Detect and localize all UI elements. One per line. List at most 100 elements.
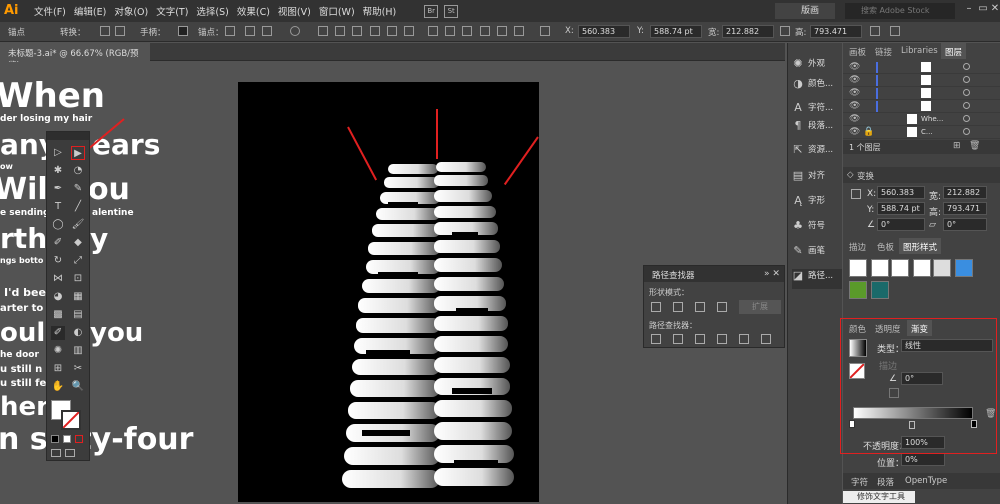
dock-symbols[interactable]: ♣ 符号 <box>792 219 842 239</box>
slice-tool-icon[interactable]: ✂ <box>71 362 85 376</box>
divide-icon[interactable] <box>651 334 661 344</box>
outline-icon[interactable] <box>739 334 749 344</box>
visibility-eye-icon[interactable]: 👁 <box>849 114 860 124</box>
scale-tool-icon[interactable]: ⤢ <box>71 254 85 268</box>
pathfinder-title[interactable]: 路径查找器 <box>644 266 784 282</box>
handle-icon[interactable] <box>178 26 188 36</box>
layer-row[interactable]: 👁 <box>843 61 1000 74</box>
distribute-top-icon[interactable] <box>428 26 438 36</box>
selection-tool-icon[interactable]: ▷ <box>51 146 65 160</box>
close-icon[interactable]: ✕ <box>988 3 1000 17</box>
menu-select[interactable]: 选择(S) <box>196 4 228 18</box>
paintbrush-tool-icon[interactable]: 🖌 <box>71 218 85 232</box>
hand-tool-icon[interactable]: ✋ <box>51 380 65 394</box>
menu-object[interactable]: 对象(O) <box>114 4 148 18</box>
blend-tool-icon[interactable]: ◐ <box>71 326 85 340</box>
layer-row[interactable]: 👁 🔒 C... <box>843 126 1000 139</box>
perspective-grid-tool-icon[interactable]: ▦ <box>71 290 85 304</box>
exclude-icon[interactable] <box>717 302 727 312</box>
zoom-tool-icon[interactable]: 🔍 <box>71 380 85 394</box>
document-tab[interactable]: 未标题-3.ai* @ 66.67% (RGB/预览) ✕ <box>0 43 150 71</box>
style-swatch[interactable] <box>955 259 973 277</box>
artwork-text[interactable]: he door <box>0 350 39 360</box>
convert-smooth-icon[interactable] <box>115 26 125 36</box>
magic-wand-tool-icon[interactable]: ✱ <box>51 164 65 178</box>
reference-point-icon[interactable] <box>540 26 550 36</box>
transform-w-field[interactable]: 212.882 <box>943 186 987 199</box>
screen-mode-icon[interactable] <box>65 449 75 457</box>
mesh-tool-icon[interactable]: ▩ <box>51 308 65 322</box>
transform-header[interactable]: ◇ 变换 <box>843 167 1000 183</box>
stock-search-input[interactable]: 搜索 Adobe Stock <box>845 3 955 19</box>
width-field[interactable]: 212.882 <box>722 25 774 38</box>
line-tool-icon[interactable]: ╱ <box>71 200 85 214</box>
cut-path-icon[interactable] <box>262 26 272 36</box>
delete-layer-icon[interactable]: 🗑 <box>969 141 980 151</box>
transform-x-field[interactable]: 560.383 <box>877 186 925 199</box>
warped-text-artwork[interactable] <box>238 82 539 502</box>
direct-selection-tool-icon[interactable]: ▶ <box>71 146 85 160</box>
minus-front-icon[interactable] <box>673 302 683 312</box>
color-mode-icon[interactable] <box>51 435 59 443</box>
lock-icon[interactable]: 🔒 <box>863 127 874 137</box>
tab-stroke[interactable]: 描边 <box>849 241 866 253</box>
layer-row[interactable]: 👁 Whe... <box>843 113 1000 126</box>
symbol-sprayer-tool-icon[interactable]: ✺ <box>51 344 65 358</box>
type-tool-icon[interactable]: T <box>51 200 65 214</box>
tab-links[interactable]: 链接 <box>871 43 896 59</box>
distribute-center-icon[interactable] <box>497 26 507 36</box>
eyedropper-tool-icon[interactable]: ✐ <box>51 326 65 340</box>
tab-opentype[interactable]: OpenType <box>905 476 947 486</box>
stroke-color-swatch[interactable] <box>61 410 81 430</box>
tab-character[interactable]: 字符 <box>851 476 868 488</box>
tab-graphic-styles[interactable]: 图形样式 <box>899 238 942 254</box>
gradient-tool-icon[interactable]: ▤ <box>71 308 85 322</box>
align-bottom-icon[interactable] <box>404 26 414 36</box>
reference-point-icon[interactable] <box>851 189 861 199</box>
new-layer-icon[interactable]: ⊞ <box>953 141 961 151</box>
dock-glyphs[interactable]: Ą 字形 <box>792 194 842 214</box>
style-swatch[interactable] <box>933 259 951 277</box>
artwork-text[interactable]: ow <box>0 162 13 171</box>
visibility-eye-icon[interactable]: 👁 <box>849 75 860 85</box>
menu-effect[interactable]: 效果(C) <box>237 4 270 18</box>
isolate-icon[interactable] <box>290 26 300 36</box>
transform-y-field[interactable]: 588.74 pt <box>877 202 925 215</box>
column-graph-tool-icon[interactable]: ▥ <box>71 344 85 358</box>
align-center-icon[interactable] <box>335 26 345 36</box>
style-swatch[interactable] <box>849 281 867 299</box>
shaper-tool-icon[interactable]: ✐ <box>51 236 65 250</box>
artwork-text[interactable]: ngs botto <box>0 256 43 265</box>
shear-angle-field[interactable]: 0° <box>943 218 987 231</box>
layer-row[interactable]: 👁 <box>843 87 1000 100</box>
location-field[interactable]: 0% <box>901 453 945 466</box>
rotate-tool-icon[interactable]: ↻ <box>51 254 65 268</box>
free-transform-tool-icon[interactable]: ⊡ <box>71 272 85 286</box>
artwork-text[interactable]: When <box>0 76 105 116</box>
menu-type[interactable]: 文字(T) <box>156 4 188 18</box>
dock-assets[interactable]: ⇱ 资源... <box>792 143 842 163</box>
dock-appearance[interactable]: ✺ 外观 <box>792 57 842 77</box>
style-swatch[interactable] <box>849 259 867 277</box>
shape-builder-tool-icon[interactable]: ◕ <box>51 290 65 304</box>
dock-align[interactable]: ▤ 对齐 <box>792 169 842 189</box>
remove-anchor-icon[interactable] <box>225 26 235 36</box>
menu-icon[interactable] <box>890 26 900 36</box>
transform-expand-icon[interactable]: ◇ <box>847 170 854 180</box>
crop-icon[interactable] <box>717 334 727 344</box>
artwork-text[interactable]: n sixty-four <box>0 422 193 457</box>
artwork-text[interactable]: u still n <box>0 364 42 375</box>
artwork-text[interactable]: you <box>90 318 143 348</box>
tab-artboards[interactable]: 画板 <box>845 43 870 59</box>
ellipse-tool-icon[interactable]: ◯ <box>51 218 65 232</box>
artboard-tool-icon[interactable]: ⊞ <box>51 362 65 376</box>
y-field[interactable]: 588.74 pt <box>650 25 702 38</box>
rotate-angle-field[interactable]: 0° <box>877 218 925 231</box>
draw-mode-icon[interactable] <box>51 449 61 457</box>
visibility-eye-icon[interactable]: 👁 <box>849 88 860 98</box>
gradient-mode-icon[interactable] <box>63 435 71 443</box>
menu-file[interactable]: 文件(F) <box>34 4 66 18</box>
transform-h-field[interactable]: 793.471 <box>943 202 987 215</box>
merge-icon[interactable] <box>695 334 705 344</box>
distribute-right-icon[interactable] <box>514 26 524 36</box>
